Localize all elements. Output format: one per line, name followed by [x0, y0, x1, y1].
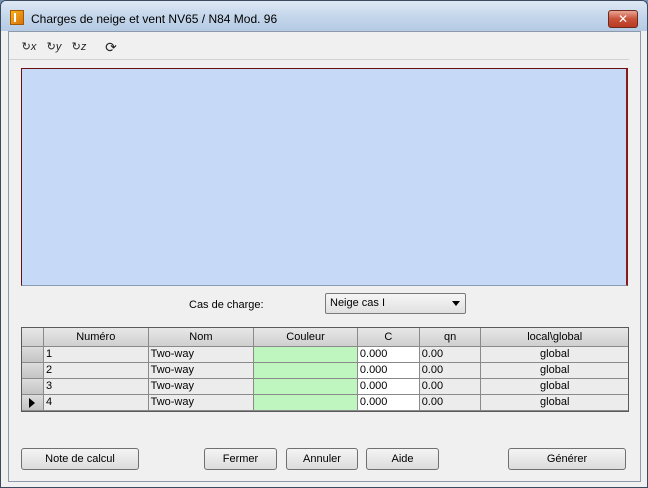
- column-header-c[interactable]: C: [357, 328, 420, 347]
- cell-qn[interactable]: 0.00: [419, 347, 482, 363]
- table-row[interactable]: 1 Two-way 0.000 0.00 global: [22, 347, 628, 363]
- cell-numero[interactable]: 2: [43, 363, 149, 379]
- table-row[interactable]: 2 Two-way 0.000 0.00 global: [22, 363, 628, 379]
- cell-numero[interactable]: 4: [43, 395, 149, 411]
- cell-qn[interactable]: 0.00: [419, 379, 482, 395]
- refresh-view-icon[interactable]: ⟳: [101, 38, 121, 56]
- row-selector[interactable]: [22, 363, 44, 379]
- current-row-pointer-icon: [29, 398, 35, 408]
- cell-local-global[interactable]: global: [481, 363, 628, 379]
- model-viewport[interactable]: [21, 68, 628, 286]
- cell-couleur[interactable]: [254, 379, 358, 395]
- close-button[interactable]: ✕: [608, 10, 638, 28]
- cell-c[interactable]: 0.000: [357, 347, 420, 363]
- rotate-x-icon[interactable]: ↻x: [19, 38, 39, 56]
- column-header-local-global[interactable]: local\global: [481, 328, 628, 347]
- cell-local-global[interactable]: global: [481, 347, 628, 363]
- cell-couleur[interactable]: [254, 395, 358, 411]
- row-selector[interactable]: [22, 347, 44, 363]
- load-case-label: Cas de charge:: [189, 299, 264, 311]
- dialog-content: ↻x ↻y ↻z ⟳ Cas de charge: Neige cas I Nu…: [8, 31, 641, 482]
- app-icon: [10, 10, 24, 25]
- row-selector-header[interactable]: [22, 328, 44, 347]
- generer-button[interactable]: Générer: [508, 448, 626, 470]
- row-selector[interactable]: [22, 395, 44, 411]
- cell-c[interactable]: 0.000: [357, 395, 420, 411]
- cell-local-global[interactable]: global: [481, 395, 628, 411]
- row-selector[interactable]: [22, 379, 44, 395]
- rotate-y-icon[interactable]: ↻y: [44, 38, 64, 56]
- cell-numero[interactable]: 3: [43, 379, 149, 395]
- window-title: Charges de neige et vent NV65 / N84 Mod.…: [31, 12, 278, 26]
- cell-nom[interactable]: Two-way: [148, 363, 255, 379]
- load-case-select[interactable]: Neige cas I: [325, 293, 466, 314]
- note-de-calcul-button[interactable]: Note de calcul: [21, 448, 139, 470]
- cell-nom[interactable]: Two-way: [148, 395, 255, 411]
- cell-numero[interactable]: 1: [43, 347, 149, 363]
- aide-button[interactable]: Aide: [366, 448, 439, 470]
- annuler-button[interactable]: Annuler: [286, 448, 358, 470]
- table-row[interactable]: 4 Two-way 0.000 0.00 global: [22, 395, 628, 411]
- fermer-button[interactable]: Fermer: [204, 448, 277, 470]
- cell-nom[interactable]: Two-way: [148, 379, 255, 395]
- title-bar[interactable]: Charges de neige et vent NV65 / N84 Mod.…: [1, 1, 647, 31]
- toolbar-divider: [9, 59, 629, 60]
- table-row[interactable]: 3 Two-way 0.000 0.00 global: [22, 379, 628, 395]
- column-header-couleur[interactable]: Couleur: [254, 328, 358, 347]
- cell-c[interactable]: 0.000: [357, 379, 420, 395]
- rotate-z-icon[interactable]: ↻z: [69, 38, 89, 56]
- cell-couleur[interactable]: [254, 363, 358, 379]
- column-header-numero[interactable]: Numéro: [43, 328, 149, 347]
- chevron-down-icon: [452, 301, 460, 306]
- load-case-value: Neige cas I: [330, 297, 386, 309]
- dialog-window: Charges de neige et vent NV65 / N84 Mod.…: [0, 0, 648, 488]
- column-header-nom[interactable]: Nom: [148, 328, 255, 347]
- table-header: Numéro Nom Couleur C qn local\global: [22, 328, 628, 347]
- cell-qn[interactable]: 0.00: [419, 395, 482, 411]
- cell-qn[interactable]: 0.00: [419, 363, 482, 379]
- cell-nom[interactable]: Two-way: [148, 347, 255, 363]
- cell-c[interactable]: 0.000: [357, 363, 420, 379]
- load-table: Numéro Nom Couleur C qn local\global 1 T…: [21, 327, 629, 412]
- column-header-qn[interactable]: qn: [419, 328, 482, 347]
- cell-local-global[interactable]: global: [481, 379, 628, 395]
- cell-couleur[interactable]: [254, 347, 358, 363]
